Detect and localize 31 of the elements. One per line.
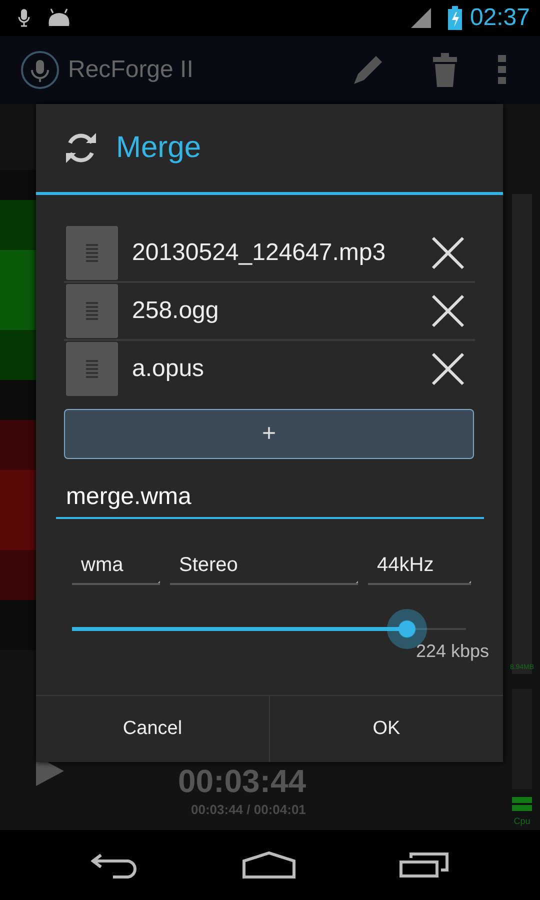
back-icon[interactable] <box>91 851 140 879</box>
app-title: RecForge II <box>68 56 194 84</box>
battery-icon <box>448 6 462 30</box>
microphone-icon <box>18 8 30 28</box>
clock: 02:37 <box>470 4 530 32</box>
overflow-menu-icon[interactable] <box>498 55 506 85</box>
trash-icon[interactable] <box>432 53 458 87</box>
close-icon[interactable] <box>431 236 465 270</box>
elapsed-time: 00:03:44 <box>178 764 306 798</box>
bitrate-reading: 224 kbps <box>416 641 489 662</box>
position-time: 00:03:44 / 00:04:01 <box>191 802 306 817</box>
close-icon[interactable] <box>431 352 465 386</box>
drag-handle-icon[interactable] <box>66 226 118 280</box>
drag-handle-icon[interactable] <box>66 342 118 396</box>
ok-button[interactable]: OK <box>269 696 503 762</box>
recent-apps-icon[interactable] <box>398 852 449 878</box>
file-name: 258.ogg <box>132 297 220 325</box>
filename-field[interactable]: merge.wma <box>56 477 484 519</box>
drag-handle-icon[interactable] <box>66 284 118 338</box>
dialog-title: Merge <box>116 131 202 165</box>
home-icon[interactable] <box>242 851 296 879</box>
microphone-icon[interactable] <box>20 50 60 90</box>
refresh-icon <box>64 131 98 165</box>
close-icon[interactable] <box>431 294 465 328</box>
android-icon <box>46 8 72 28</box>
cpu-label: Cpu <box>514 816 530 826</box>
file-name: a.opus <box>132 355 206 383</box>
file-name: 20130524_124647.mp3 <box>132 239 387 267</box>
cancel-button[interactable]: Cancel <box>36 696 269 762</box>
signal-icon <box>410 7 432 29</box>
add-file-button[interactable]: + <box>64 409 474 459</box>
